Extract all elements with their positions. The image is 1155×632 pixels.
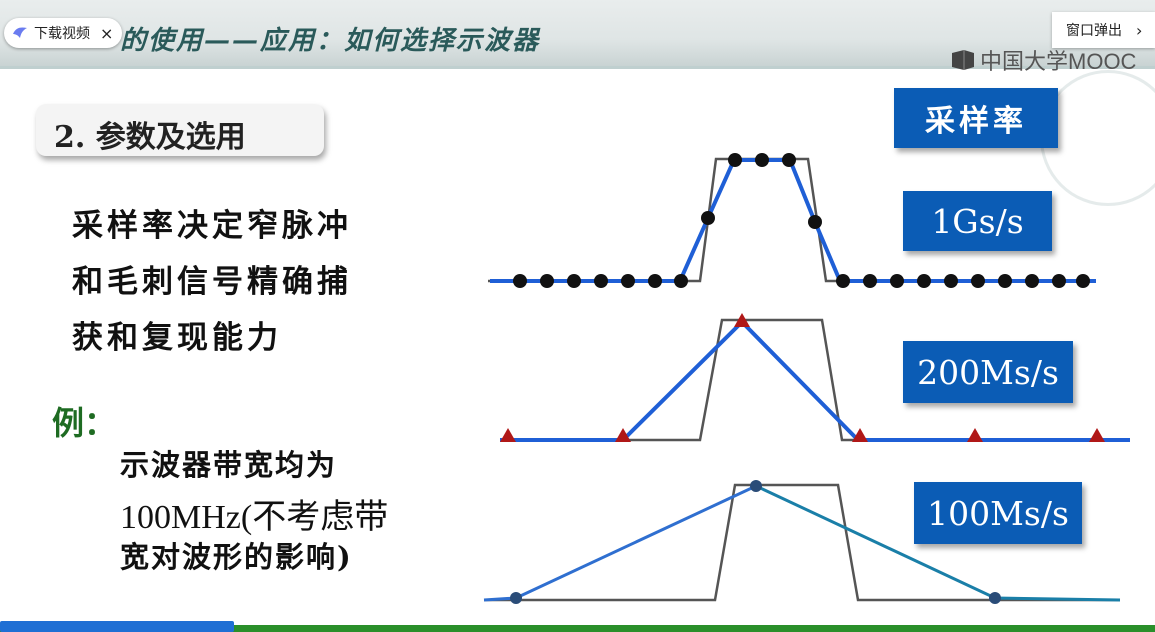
- waveform-1gs: [488, 153, 1096, 288]
- reconstructed-trace-2: [500, 319, 1130, 442]
- sample-points-1: [513, 153, 1090, 288]
- reconstructed-trace-3-left: [483, 484, 757, 602]
- reconstructed-trace-1: [490, 158, 1096, 283]
- waveform-diagrams: [483, 153, 1130, 604]
- waveform-200ms: [500, 313, 1130, 442]
- waveform-100ms: [483, 480, 1121, 604]
- original-pulse-3: [484, 483, 1120, 602]
- video-progress-played: [0, 621, 234, 632]
- reconstructed-trace-3-right: [755, 484, 1121, 602]
- sample-points-2: [500, 313, 1105, 442]
- original-pulse-1: [488, 157, 1096, 283]
- sample-points-3: [510, 480, 1001, 604]
- original-pulse-2: [500, 318, 1130, 442]
